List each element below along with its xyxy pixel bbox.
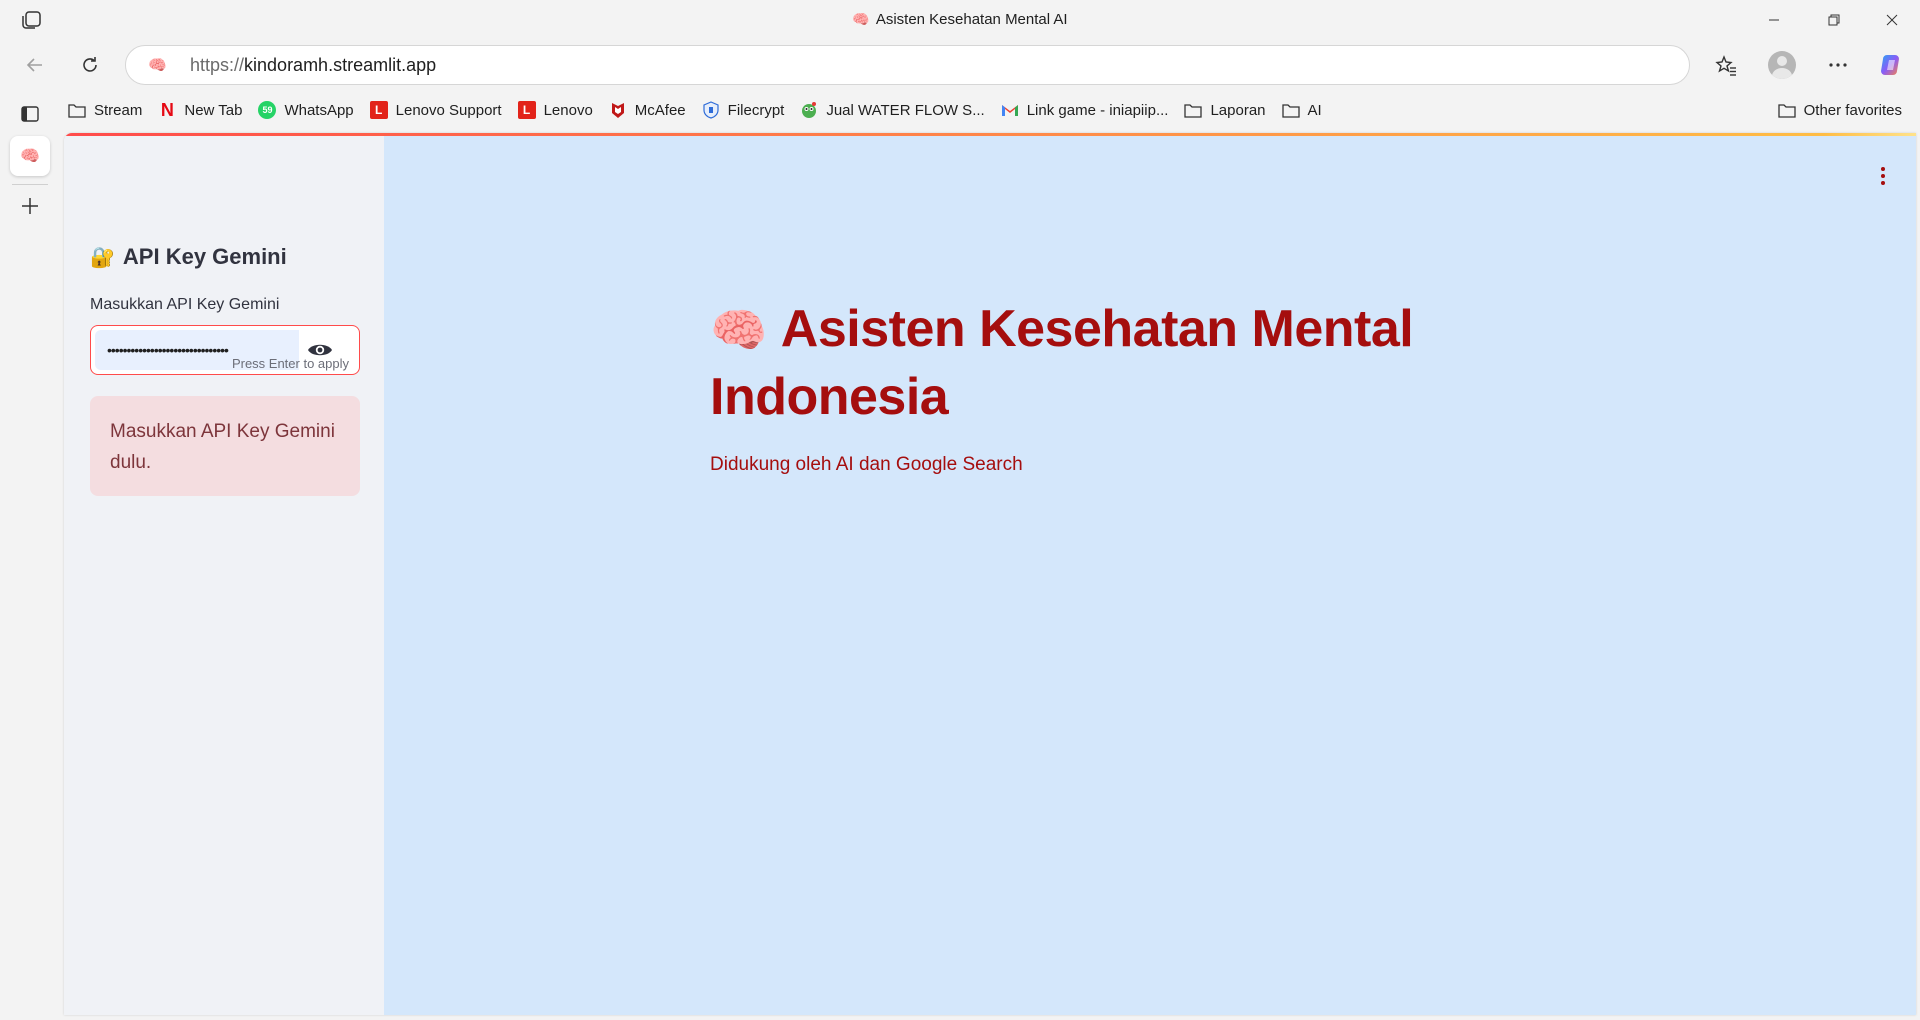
tab-panel-icon[interactable]: [16, 100, 44, 128]
url-host: kindoramh.streamlit.app: [244, 54, 437, 75]
copilot-icon[interactable]: [1874, 47, 1910, 83]
bookmark-lenovo-support[interactable]: L Lenovo Support: [362, 95, 510, 125]
page-subtitle: Didukung oleh AI dan Google Search: [710, 454, 1023, 475]
folder-icon: [1184, 101, 1203, 119]
main-menu-icon[interactable]: [1868, 161, 1898, 191]
bookmark-label: Jual WATER FLOW S...: [826, 101, 985, 119]
bookmark-link-game[interactable]: Link game - iniapiip...: [993, 95, 1177, 125]
hero-section: 🧠 Asisten Kesehatan Mental Indonesia Didu…: [710, 296, 1470, 476]
title-bar: 🧠 Asisten Kesehatan Mental AI: [0, 0, 1920, 40]
bookmark-filecrypt[interactable]: Filecrypt: [694, 95, 793, 125]
input-hint: Press Enter to apply: [231, 356, 349, 371]
page-title: 🧠 Asisten Kesehatan Mental Indonesia: [710, 296, 1470, 431]
sidebar: 🔐 API Key Gemini Masukkan API Key Gemini…: [64, 136, 384, 1015]
lock-icon: 🔐: [90, 246, 115, 269]
site-favicon-icon: 🧠: [148, 57, 167, 74]
restore-button[interactable]: [1806, 0, 1862, 40]
tab-streamlit-app[interactable]: 🧠: [10, 136, 50, 176]
tab-favicon-icon: 🧠: [20, 148, 40, 165]
sidebar-header-text: API Key Gemini: [122, 244, 287, 269]
mcafee-icon: [609, 101, 627, 119]
filecrypt-icon: [702, 101, 720, 119]
whatsapp-icon: 59: [258, 101, 277, 119]
folder-icon: [1777, 101, 1796, 119]
address-bar[interactable]: 🧠 https://kindoramh.streamlit.app: [125, 45, 1690, 85]
window-title: 🧠 Asisten Kesehatan Mental AI: [0, 11, 1920, 28]
netflix-icon: N: [160, 99, 174, 120]
new-tab-icon[interactable]: [16, 192, 44, 220]
bookmark-label: Lenovo Support: [395, 101, 502, 119]
url-text[interactable]: https://kindoramh.streamlit.app: [190, 55, 436, 76]
api-key-input-container: ••••••••••••••••••••••••••••••• Press En…: [90, 325, 360, 375]
page-title-text: Asisten Kesehatan Mental Indonesia: [710, 300, 1414, 426]
bookmark-label: Laporan: [1210, 101, 1266, 119]
sidebar-header: 🔐 API Key Gemini: [90, 244, 287, 270]
avatar-icon: [1768, 51, 1796, 79]
more-options-icon[interactable]: [1820, 47, 1856, 83]
vertical-tab-strip: 🧠: [0, 92, 60, 1020]
bookmark-stream[interactable]: Stream: [60, 95, 150, 125]
bookmark-label: WhatsApp: [284, 101, 354, 119]
window-title-text: Asisten Kesehatan Mental AI: [875, 11, 1068, 28]
lenovo-icon: L: [517, 101, 536, 119]
navigation-toolbar: 🧠 https://kindoramh.streamlit.app: [0, 40, 1920, 90]
lenovo-icon: L: [369, 101, 388, 119]
tab-divider: [12, 184, 48, 185]
bookmark-label: Lenovo: [543, 101, 593, 119]
folder-icon: [68, 101, 86, 119]
main-content: 🧠 Asisten Kesehatan Mental Indonesia Didu…: [384, 136, 1916, 1015]
warning-alert: Masukkan API Key Gemini dulu.: [90, 396, 360, 496]
url-scheme: https://: [190, 54, 245, 75]
shop-icon: [800, 101, 818, 119]
bookmark-mcafee[interactable]: McAfee: [601, 95, 694, 125]
api-key-label: Masukkan API Key Gemini: [90, 296, 280, 313]
window-favicon-icon: 🧠: [852, 11, 870, 27]
bookmark-label: Link game - iniapiip...: [1026, 101, 1169, 119]
page-viewport: 🔐 API Key Gemini Masukkan API Key Gemini…: [64, 133, 1916, 1015]
reload-button[interactable]: [72, 47, 108, 83]
bookmark-label: Stream: [94, 101, 143, 119]
bookmark-jual-water-flow[interactable]: Jual WATER FLOW S...: [792, 95, 992, 125]
minimize-button[interactable]: [1746, 0, 1802, 40]
profile-avatar[interactable]: [1764, 47, 1800, 83]
close-window-button[interactable]: [1864, 0, 1920, 40]
bookmark-label: New Tab: [184, 101, 243, 119]
bookmark-whatsapp[interactable]: 59 WhatsApp: [250, 95, 361, 125]
brain-icon: 🧠: [710, 304, 767, 356]
bookmark-label: AI: [1307, 101, 1322, 119]
bookmark-laporan[interactable]: Laporan: [1176, 95, 1273, 125]
folder-icon: [1281, 101, 1300, 119]
bookmark-ai[interactable]: AI: [1274, 95, 1330, 125]
bookmark-new-tab[interactable]: N New Tab: [150, 95, 250, 125]
bookmark-label: McAfee: [634, 101, 686, 119]
other-favorites[interactable]: Other favorites: [1770, 95, 1910, 125]
favorites-icon[interactable]: [1708, 47, 1744, 83]
gmail-icon: [1001, 101, 1019, 119]
other-favorites-label: Other favorites: [1803, 101, 1902, 119]
bookmark-label: Filecrypt: [727, 101, 785, 119]
back-button[interactable]: [17, 47, 53, 83]
bookmarks-bar: Stream N New Tab 59 WhatsApp L Lenovo Suppo…: [60, 92, 1920, 128]
bookmark-lenovo[interactable]: L Lenovo: [510, 95, 601, 125]
